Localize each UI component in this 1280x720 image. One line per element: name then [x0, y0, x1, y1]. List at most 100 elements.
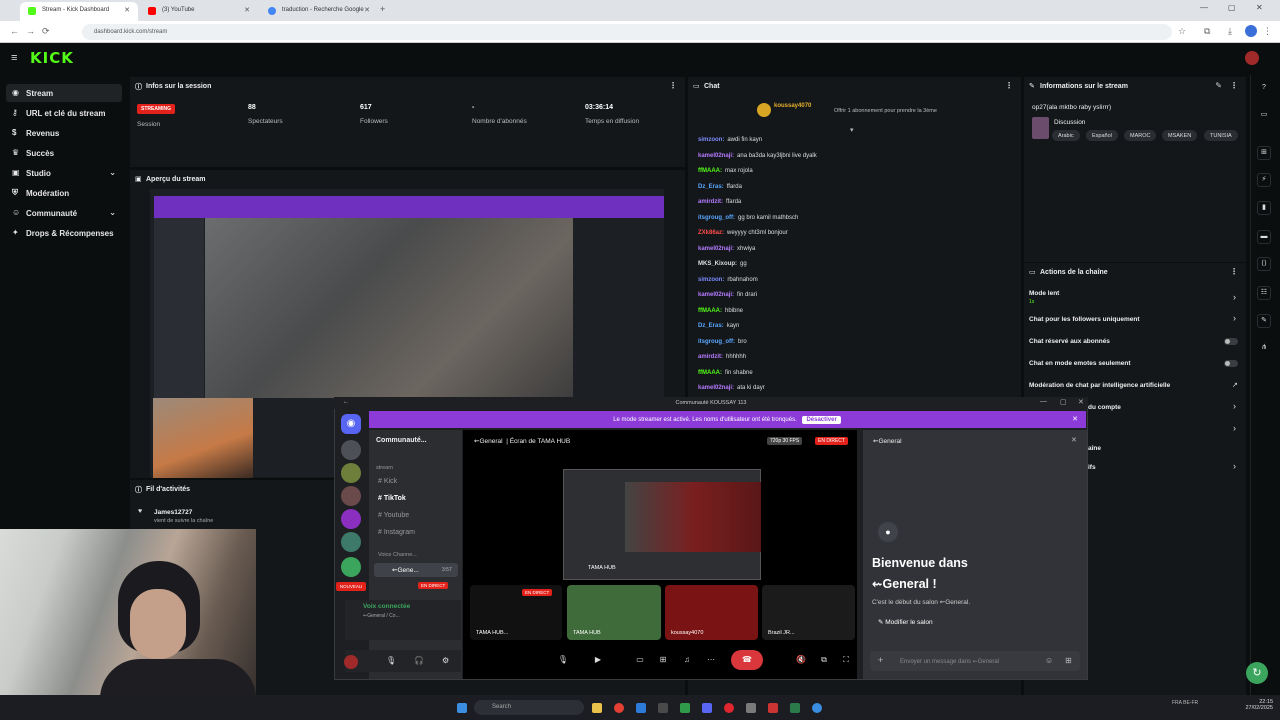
- close-icon[interactable]: ✕: [124, 6, 130, 14]
- voice-category[interactable]: Voice Channe...: [378, 552, 417, 558]
- chevron-right-icon[interactable]: ›: [1233, 292, 1236, 302]
- chat-message[interactable]: amirdzit: ffarda: [698, 199, 741, 205]
- edit-icon[interactable]: ✎: [1215, 81, 1222, 90]
- panel-toggle-icon[interactable]: ▭: [1257, 109, 1271, 123]
- grid-icon[interactable]: ☷: [1257, 286, 1271, 300]
- server-icon[interactable]: [341, 532, 361, 552]
- more-options-icon[interactable]: ⋮: [669, 81, 677, 90]
- profile-avatar[interactable]: [1245, 25, 1257, 37]
- voice-connected[interactable]: Voix connectée: [363, 603, 410, 610]
- action-ai-moderation[interactable]: Modération de chat par intelligence arti…: [1029, 382, 1170, 389]
- chat-message[interactable]: ZXk86az: weyyyy cht3ml bonjour: [698, 230, 788, 236]
- server-icon[interactable]: [341, 440, 361, 460]
- chat-message[interactable]: itsgroug_off: bro: [698, 339, 747, 345]
- action-followers-only[interactable]: Chat pour les followers uniquement: [1029, 316, 1140, 323]
- chat-message[interactable]: itsgroug_off: gg bro kamil mathbsch: [698, 215, 798, 221]
- chevron-right-icon[interactable]: ›: [1233, 461, 1236, 471]
- taskbar-search[interactable]: Search: [474, 700, 584, 715]
- chat-username[interactable]: MKS_Kixoup:: [698, 261, 737, 267]
- channel-youtube[interactable]: # Youtube: [378, 512, 409, 519]
- chevron-right-icon[interactable]: ›: [1233, 423, 1236, 433]
- participant-tile[interactable]: TAMA HUB: [567, 585, 661, 640]
- fullscreen-icon[interactable]: ⛶: [836, 650, 856, 670]
- action-emotes-only[interactable]: Chat en mode emotes seulement: [1029, 360, 1131, 367]
- camera-icon[interactable]: ▶: [588, 650, 608, 670]
- subscribers-only-toggle[interactable]: [1224, 338, 1238, 345]
- maximize-icon[interactable]: ▢: [1228, 3, 1236, 12]
- chat-username[interactable]: kamel02naji:: [698, 246, 734, 252]
- chat-username[interactable]: Dz_Eras:: [698, 184, 724, 190]
- layout-icon[interactable]: ⊞: [1257, 146, 1271, 160]
- clock[interactable]: 22:15 27/02/2025: [1225, 699, 1273, 711]
- bookmark-star-icon[interactable]: ☆: [1178, 26, 1186, 37]
- chevron-right-icon[interactable]: ›: [1233, 313, 1236, 323]
- chevron-right-icon[interactable]: ›: [1233, 401, 1236, 411]
- user-avatar[interactable]: [344, 655, 358, 669]
- back-icon[interactable]: ←: [343, 399, 349, 405]
- sidebar-item-3[interactable]: ♛ Succès: [6, 144, 122, 162]
- discord-icon[interactable]: [702, 703, 712, 713]
- screen-share-icon[interactable]: ▭: [630, 650, 650, 670]
- participant-tile[interactable]: koussay4070: [665, 585, 758, 640]
- more-options-icon[interactable]: ⋮: [1230, 267, 1238, 276]
- maximize-icon[interactable]: ▢: [1060, 398, 1067, 406]
- help-icon[interactable]: ?: [1257, 82, 1271, 96]
- chat-username[interactable]: Dz_Eras:: [698, 323, 724, 329]
- more-options-icon[interactable]: ⋮: [1005, 81, 1013, 90]
- close-icon[interactable]: ✕: [1072, 415, 1078, 423]
- soundboard-icon[interactable]: ♫: [677, 650, 697, 670]
- chat-message[interactable]: amirdzit: hhhhhh: [698, 354, 746, 360]
- close-icon[interactable]: ✕: [244, 6, 250, 14]
- emoji-icon[interactable]: ☺: [1045, 656, 1053, 665]
- chat-message[interactable]: simzoon: awdi fin kayn: [698, 137, 762, 143]
- windows-start-icon[interactable]: [457, 703, 467, 713]
- hamburger-menu-icon[interactable]: ≡: [11, 52, 17, 64]
- server-icon[interactable]: [341, 509, 361, 529]
- chat-message[interactable]: Dz_Eras: ffarda: [698, 184, 742, 190]
- app-icon[interactable]: [812, 703, 822, 713]
- sidebar-item-2[interactable]: $ Revenus: [6, 124, 122, 142]
- edge-icon[interactable]: [636, 703, 646, 713]
- share-icon[interactable]: ⋔: [1257, 342, 1271, 356]
- close-window-icon[interactable]: ✕: [1256, 3, 1263, 12]
- tag-pill[interactable]: TUNISIA: [1204, 130, 1238, 141]
- sidebar-item-6[interactable]: ☺ Communauté ⌄: [6, 204, 122, 222]
- sidebar-item-0[interactable]: ◉ Stream: [6, 84, 122, 102]
- flash-icon[interactable]: ⚡: [1257, 173, 1271, 187]
- app-icon[interactable]: [746, 703, 756, 713]
- chat-message[interactable]: Dz_Eras: kayn: [698, 323, 739, 329]
- browser-tab-youtube[interactable]: (3) YouTube ✕: [140, 2, 258, 21]
- plus-icon[interactable]: +: [878, 655, 883, 665]
- close-icon[interactable]: ✕: [1071, 436, 1077, 444]
- chat-message[interactable]: kamel02naji: fin drari: [698, 292, 757, 298]
- sidebar-item-5[interactable]: ⛨ Modération: [6, 184, 122, 202]
- url-input[interactable]: dashboard.kick.com/stream: [82, 24, 1172, 40]
- chat-username[interactable]: simzoon:: [698, 277, 724, 283]
- chat-message[interactable]: ffMAAA: fin shabne: [698, 370, 753, 376]
- chat-username[interactable]: kamel02naji:: [698, 153, 734, 159]
- chat-username[interactable]: ffMAAA:: [698, 370, 722, 376]
- chat-message[interactable]: kamel02naji: ata ki dayr: [698, 385, 765, 391]
- channel-instagram[interactable]: # Instagram: [378, 529, 415, 536]
- channel-category[interactable]: stream: [376, 465, 393, 471]
- apps-icon[interactable]: ⊞: [1065, 656, 1072, 665]
- browser-tab-kick[interactable]: Stream - Kick Dashboard ✕: [20, 2, 138, 21]
- chat-username[interactable]: amirdzit:: [698, 354, 723, 360]
- popout-icon[interactable]: ⧉: [814, 650, 834, 670]
- chat-username[interactable]: simzoon:: [698, 137, 724, 143]
- clip-icon[interactable]: ▮: [1257, 201, 1271, 215]
- discord-home-icon[interactable]: ◉: [341, 414, 361, 434]
- chat-message[interactable]: kamel02naji: xhwiya: [698, 246, 755, 252]
- forward-icon[interactable]: →: [26, 26, 35, 36]
- app-icon[interactable]: [790, 703, 800, 713]
- chat-message[interactable]: ffMAAA: hbibne: [698, 308, 743, 314]
- back-icon[interactable]: ←: [10, 26, 19, 36]
- sidebar-item-4[interactable]: ▣ Studio ⌄: [6, 164, 122, 182]
- minimize-icon[interactable]: —: [1200, 3, 1208, 12]
- action-subscribers-only[interactable]: Chat réservé aux abonnés: [1029, 338, 1110, 345]
- chevron-down-icon[interactable]: ⌄: [109, 168, 116, 177]
- kick-logo[interactable]: KICK: [30, 49, 74, 67]
- minimize-icon[interactable]: —: [1040, 398, 1047, 405]
- menu-icon[interactable]: ⋮: [1263, 26, 1272, 37]
- chat-username[interactable]: kamel02naji:: [698, 292, 734, 298]
